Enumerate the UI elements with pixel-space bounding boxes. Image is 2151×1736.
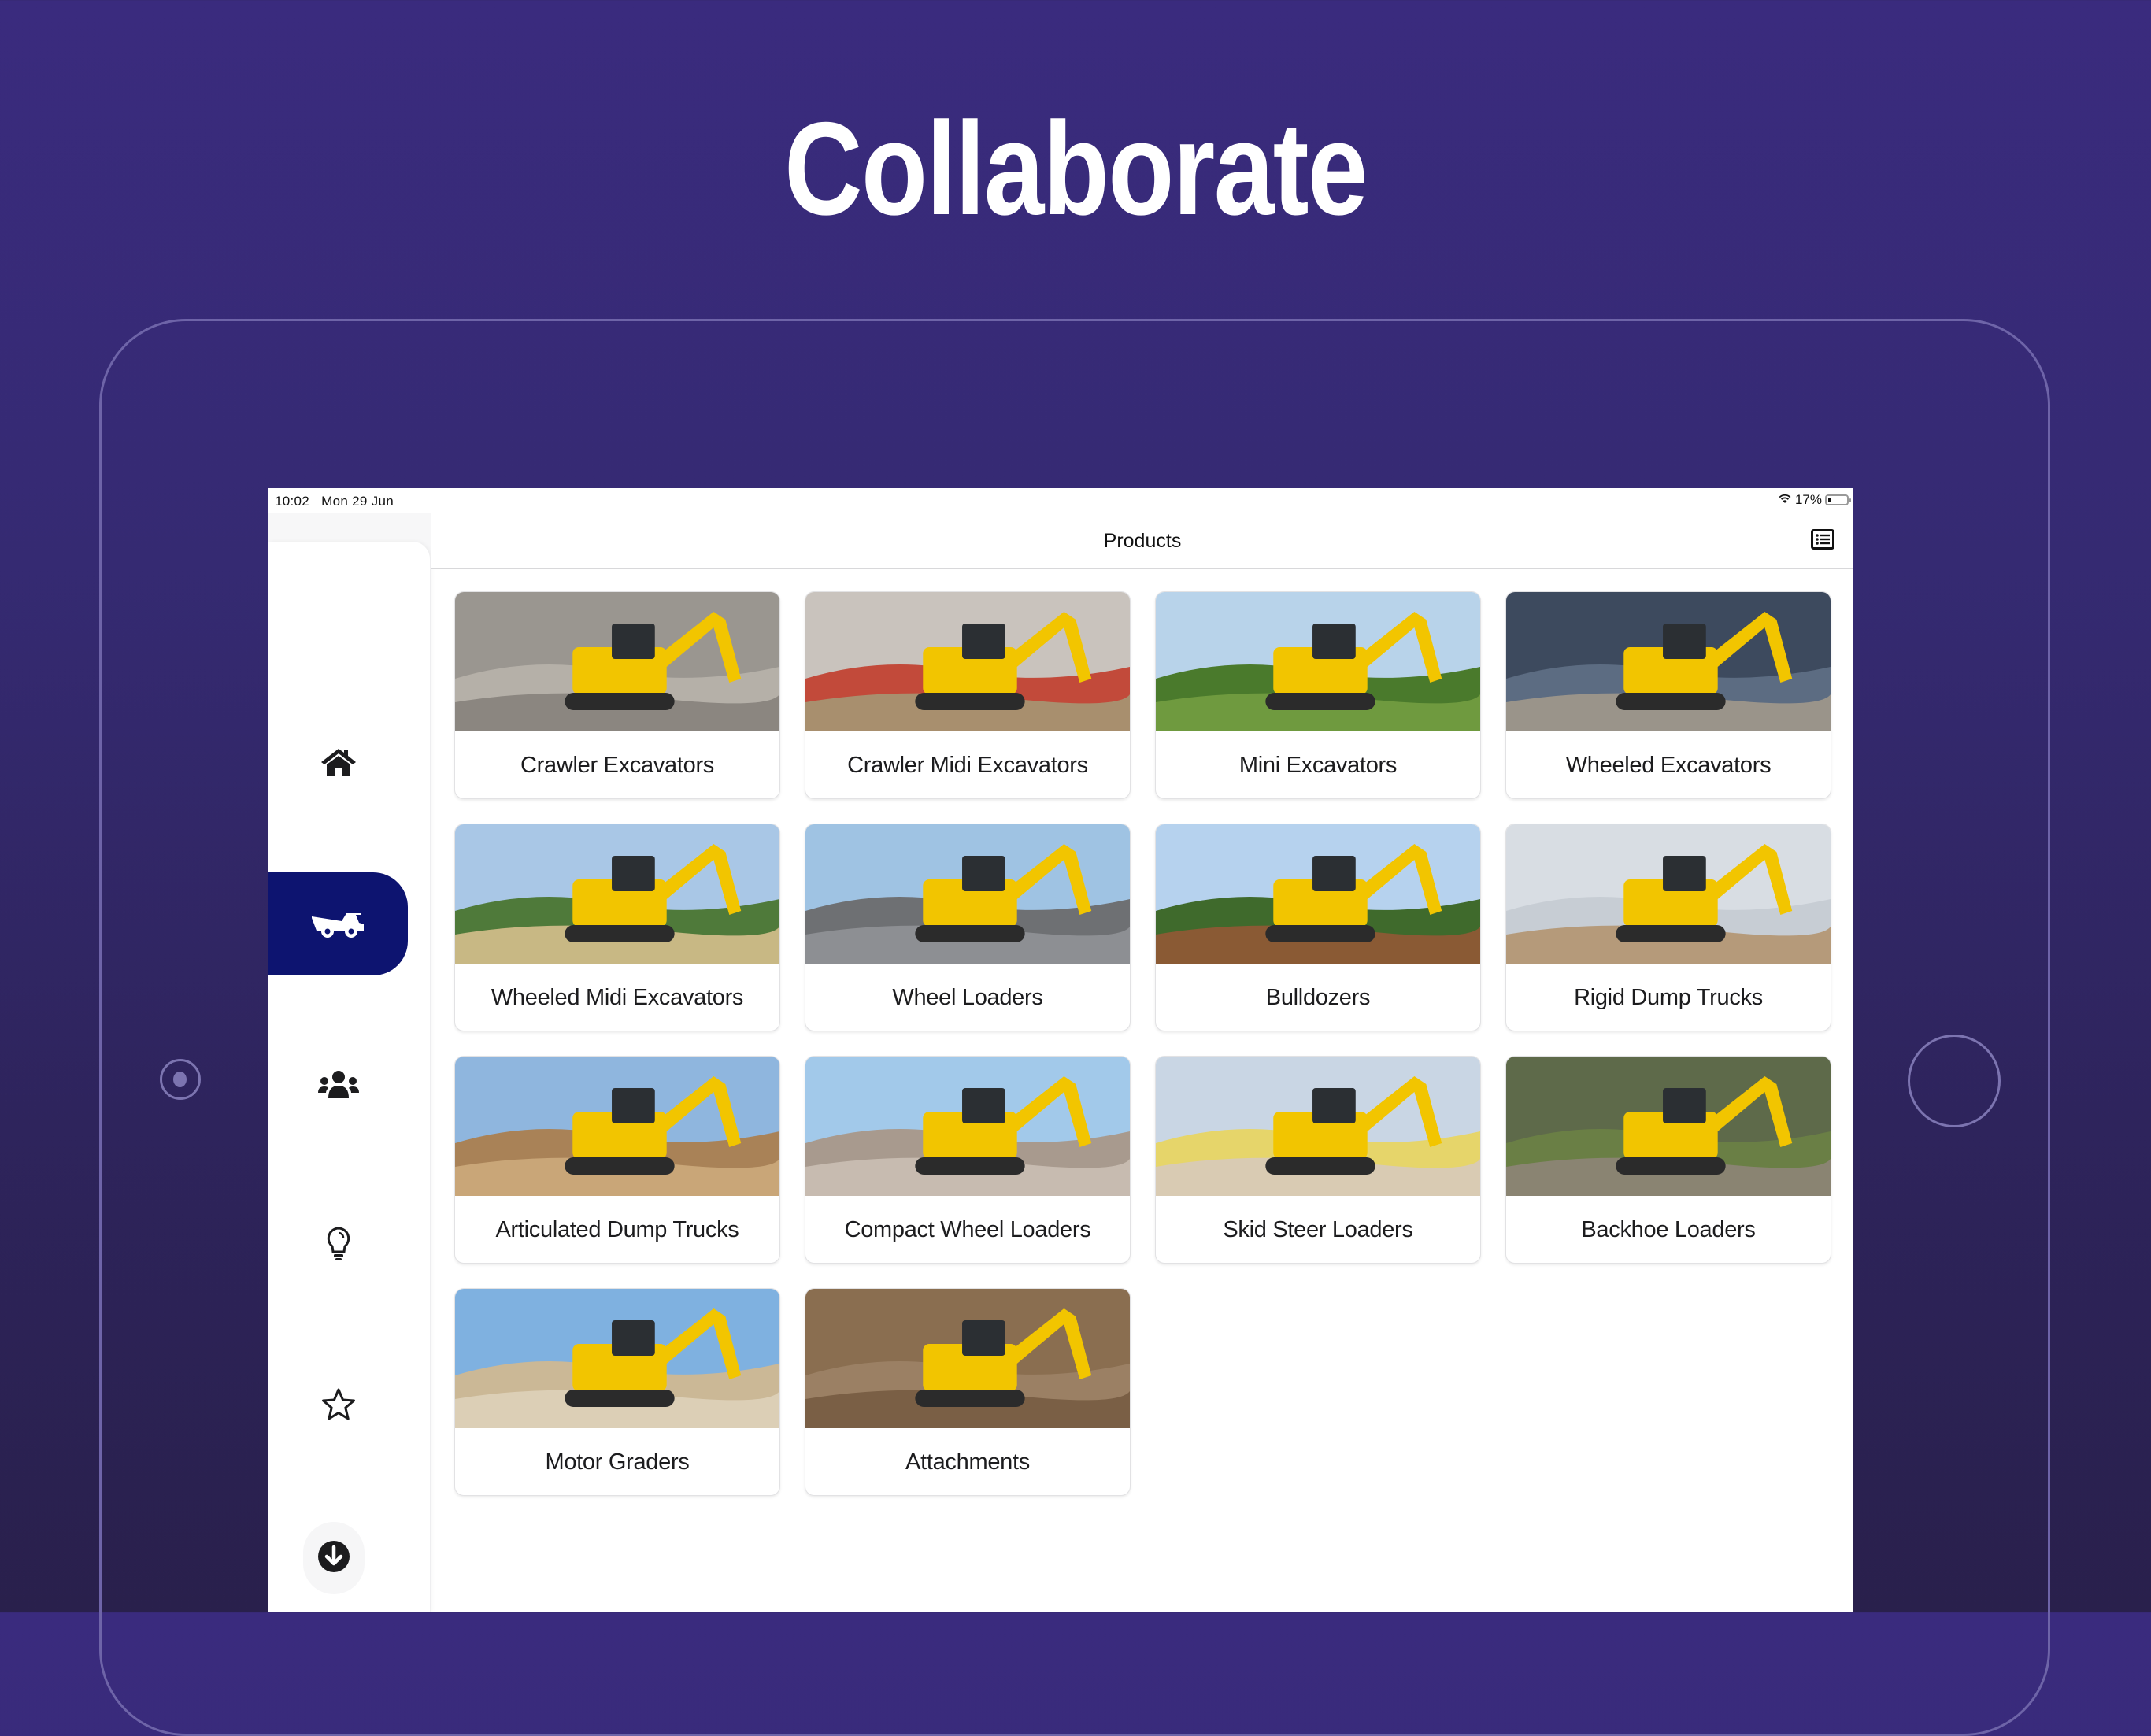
product-label: Attachments [905,1449,1030,1475]
machine-photo [1156,1057,1480,1196]
product-image [805,1289,1130,1428]
product-card[interactable]: Skid Steer Loaders [1155,1056,1481,1264]
product-label: Compact Wheel Loaders [844,1217,1091,1242]
status-indicators: 17% [1778,492,1851,508]
product-image [455,1289,779,1428]
machine-photo [455,1057,779,1196]
machine-photo [805,592,1130,731]
product-image [1156,824,1480,964]
home-button-icon [1908,1035,2001,1127]
battery-percent: 17% [1794,492,1822,507]
list-view-button[interactable] [1811,528,1834,553]
product-image [1156,592,1480,731]
product-card[interactable]: Compact Wheel Loaders [805,1056,1131,1264]
product-card[interactable]: Wheeled Excavators [1505,591,1831,799]
product-label: Skid Steer Loaders [1223,1217,1413,1242]
machine-photo [455,1289,779,1428]
machine-photo [805,824,1130,964]
product-card[interactable]: Mini Excavators [1155,591,1481,799]
product-image [1506,592,1831,731]
app-screen: 10:02 Mon 29 Jun 17% Products Crawler Ex… [268,488,1853,1612]
sidebar-item-team[interactable] [268,1061,408,1109]
product-image [805,592,1130,731]
status-date: Mon 29 Jun [321,494,394,509]
lightbulb-icon [325,1226,352,1262]
app-header: Products [431,513,1853,569]
star-icon [320,1387,357,1422]
download-circle-icon [317,1540,350,1577]
camera-icon [160,1059,201,1100]
machine-photo [1506,592,1831,731]
product-image [455,592,779,731]
product-card[interactable]: Wheeled Midi Excavators [454,824,780,1031]
product-label: Articulated Dump Trucks [495,1217,739,1242]
dump-truck-icon [310,910,367,938]
product-image [455,1057,779,1196]
product-label: Motor Graders [545,1449,690,1475]
product-label: Crawler Midi Excavators [847,753,1088,778]
page-title: Products [1103,530,1182,552]
home-icon [320,746,357,778]
product-card[interactable]: Attachments [805,1288,1131,1496]
users-icon [317,1069,360,1101]
product-card[interactable]: Wheel Loaders [805,824,1131,1031]
product-image [455,824,779,964]
product-label: Mini Excavators [1238,753,1398,778]
product-card[interactable]: Motor Graders [454,1288,780,1496]
status-time: 10:02 [275,494,310,509]
product-image [1156,1057,1480,1196]
hero-title: Collaborate [784,94,1368,242]
product-card[interactable]: Articulated Dump Trucks [454,1056,780,1264]
machine-photo [455,824,779,964]
product-card[interactable]: Rigid Dump Trucks [1505,824,1831,1031]
sidebar-item-favourites[interactable] [268,1381,408,1428]
machine-photo [455,592,779,731]
sidebar [268,542,430,1612]
product-card[interactable]: Crawler Midi Excavators [805,591,1131,799]
machine-photo [1506,1057,1831,1196]
download-button[interactable] [303,1522,365,1594]
product-label: Crawler Excavators [520,753,714,778]
product-label: Wheel Loaders [892,985,1043,1010]
product-card[interactable]: Bulldozers [1155,824,1481,1031]
product-image [805,1057,1130,1196]
machine-photo [805,1289,1130,1428]
product-label: Bulldozers [1265,985,1371,1010]
status-time-date: 10:02 Mon 29 Jun [275,494,394,509]
product-image [1506,824,1831,964]
machine-photo [1156,592,1480,731]
status-bar: 10:02 Mon 29 Jun 17% [268,488,1853,513]
product-label: Rigid Dump Trucks [1574,985,1763,1010]
list-view-icon [1811,528,1834,553]
machine-photo [1506,824,1831,964]
sidebar-item-products[interactable] [268,872,408,975]
product-card[interactable]: Backhoe Loaders [1505,1056,1831,1264]
sidebar-item-home[interactable] [268,738,408,786]
wifi-icon [1778,492,1792,508]
machine-photo [805,1057,1130,1196]
sidebar-item-ideas[interactable] [268,1220,408,1268]
battery-icon [1825,494,1851,505]
product-card[interactable]: Crawler Excavators [454,591,780,799]
product-label: Wheeled Midi Excavators [491,985,744,1010]
product-label: Wheeled Excavators [1565,753,1772,778]
machine-photo [1156,824,1480,964]
product-image [1506,1057,1831,1196]
product-image [805,824,1130,964]
product-label: Backhoe Loaders [1581,1217,1756,1242]
